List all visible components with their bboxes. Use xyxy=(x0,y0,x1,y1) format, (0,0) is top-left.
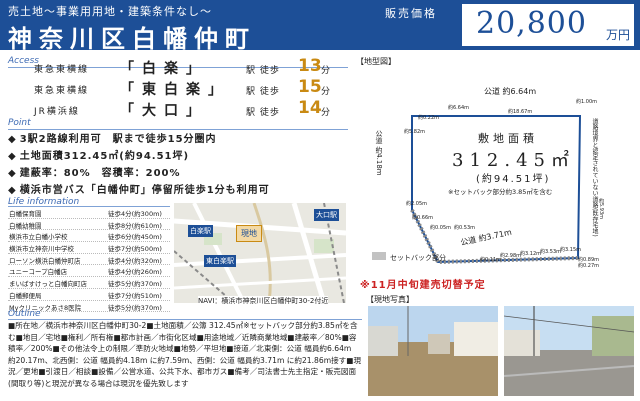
minutes-unit: 分 xyxy=(321,108,331,118)
dim-label: 約1.00m xyxy=(576,99,598,105)
station-name: 「大口」 xyxy=(120,103,208,119)
price-box: 20,800 万円 xyxy=(462,4,634,46)
minutes-unit: 分 xyxy=(321,87,331,97)
list-item: 白幡郵便局 徒歩7分(約510m) xyxy=(8,289,170,301)
flyer: 売土地～事業用用地・建築条件なし～ 神奈川区白幡仲町 販売価格 20,800 万… xyxy=(0,0,640,401)
life-info-list: 白幡保育園 徒歩4分(約300m) 白幡幼稚園 徒歩8分(約610m) 横浜市立白幡… xyxy=(8,207,170,313)
train-line: JR横浜線 xyxy=(34,107,80,117)
dim-label: 約3.12m xyxy=(520,251,542,257)
road-label-left: 公道 約4.18m xyxy=(375,130,383,176)
point-item: ◆ 建蔽率：80% 容積率：200% xyxy=(8,168,181,179)
nav-caption: NAVI：横浜市神奈川区白幡仲町30-2付近 xyxy=(198,296,329,306)
outline-text: ■所在地／横浜市神奈川区白幡仲町30-2■土地面積／公簿 312.45㎡※セット… xyxy=(8,321,362,388)
map-label: 大口駅 xyxy=(314,209,339,221)
list-item: 横浜市立白幡小学校 徒歩6分(約450m) xyxy=(8,230,170,243)
walk-minutes: 14 xyxy=(298,98,322,118)
dim-label: 約2.05m xyxy=(406,201,428,207)
dim-label: 約0.22m xyxy=(418,115,440,121)
area-label: 敷地面積 xyxy=(478,132,538,145)
site-photo xyxy=(368,306,498,396)
dim-label: 約3.53m xyxy=(540,249,562,255)
dim-label: 約18.67m xyxy=(508,109,533,115)
diamond-icon: ◆ xyxy=(8,168,17,179)
price-value: 20,800 xyxy=(476,6,587,41)
dim-label: 約2.98m xyxy=(500,253,522,259)
dim-label: 約6.64m xyxy=(448,105,470,111)
dim-label: 約0.05m xyxy=(430,225,452,231)
list-item: 白幡幼稚園 徒歩8分(約610m) xyxy=(8,219,170,231)
dim-label: 約5.93m xyxy=(598,198,604,220)
site-photo xyxy=(504,306,634,396)
price-unit: 万円 xyxy=(605,28,630,42)
access-row: 東急東横線 「白楽」 駅 徒歩 13 分 xyxy=(34,56,334,78)
list-item: 白幡保育園 徒歩4分(約300m) xyxy=(8,207,170,219)
area-tsubo: (約94.51坪) xyxy=(476,174,551,185)
diamond-icon: ◆ xyxy=(8,134,17,145)
price-label: 販売価格 xyxy=(385,7,437,20)
list-item: ローソン横浜白幡仲町店 徒歩4分(約320m) xyxy=(8,254,170,266)
page-title: 神奈川区白幡仲町 xyxy=(8,24,256,53)
access-row: 東急東横線 「東白楽」 駅 徒歩 15 分 xyxy=(34,77,334,99)
dim-label: 約0.11m xyxy=(480,257,502,263)
walk-minutes: 15 xyxy=(298,77,322,97)
list-item: まいばすけっと白幡向町店 徒歩5分(約370m) xyxy=(8,277,170,289)
site-marker: 現地 xyxy=(236,225,262,242)
dim-label: 約0.53m xyxy=(454,225,476,231)
diamond-icon: ◆ xyxy=(8,185,17,196)
diamond-icon: ◆ xyxy=(8,151,17,162)
header-banner: 売土地～事業用用地・建築条件なし～ 神奈川区白幡仲町 販売価格 20,800 万… xyxy=(0,0,640,53)
train-line: 東急東横線 xyxy=(34,65,90,75)
list-item: 横浜市立神奈川中学校 徒歩7分(約500m) xyxy=(8,242,170,254)
walk-minutes: 13 xyxy=(298,56,322,76)
list-item: ユニーコープ白幡店 徒歩4分(約260m) xyxy=(8,265,170,278)
walk-label: 駅 徒歩 xyxy=(246,66,280,76)
map-label: 東白楽駅 xyxy=(204,255,236,267)
station-name: 「東白楽」 xyxy=(120,82,230,98)
point-section-label: Point xyxy=(8,118,31,128)
walk-label: 駅 徒歩 xyxy=(246,87,280,97)
header-subtitle: 売土地～事業用用地・建築条件なし～ xyxy=(8,5,212,18)
dim-label: 約5.82m xyxy=(404,129,426,135)
area-map: 白楽駅 東白楽駅 大口駅 現地 xyxy=(174,203,346,303)
notice-text: ※11月中旬建売切替予定 xyxy=(360,280,486,291)
train-line: 東急東横線 xyxy=(34,86,90,96)
dim-label: 約0.27m xyxy=(578,263,600,269)
minutes-unit: 分 xyxy=(321,66,331,76)
walk-label: 駅 徒歩 xyxy=(246,108,280,118)
road-label-right: 道路境界と認定されていない道路(既存宅地) xyxy=(591,118,598,237)
map-label: 白楽駅 xyxy=(188,225,213,237)
dim-label: 約3.15m xyxy=(560,247,582,253)
setback-note: ※セットバック部分約3.85㎡を含む xyxy=(448,188,553,196)
road-label-top: 公道 約6.64m xyxy=(484,87,537,96)
dim-label: 約0.66m xyxy=(412,215,434,221)
point-item: ◆ 3駅2路線利用可 駅まで徒歩15分圏内 xyxy=(8,134,217,145)
legend-label: セットバック部分 xyxy=(390,254,446,262)
outline-section-label: Outline xyxy=(8,309,41,319)
access-row: JR横浜線 「大口」 駅 徒歩 14 分 xyxy=(34,98,334,120)
point-item: ◆ 横浜市営バス「白幡仲町」停留所徒歩1分も利用可 xyxy=(8,185,270,196)
photos-title: 【現地写真】 xyxy=(366,295,414,304)
area-value: 312.45㎡ xyxy=(452,150,575,171)
point-item: ◆ 土地面積312.45㎡(約94.51坪) xyxy=(8,151,190,162)
station-name: 「白楽」 xyxy=(120,61,208,77)
